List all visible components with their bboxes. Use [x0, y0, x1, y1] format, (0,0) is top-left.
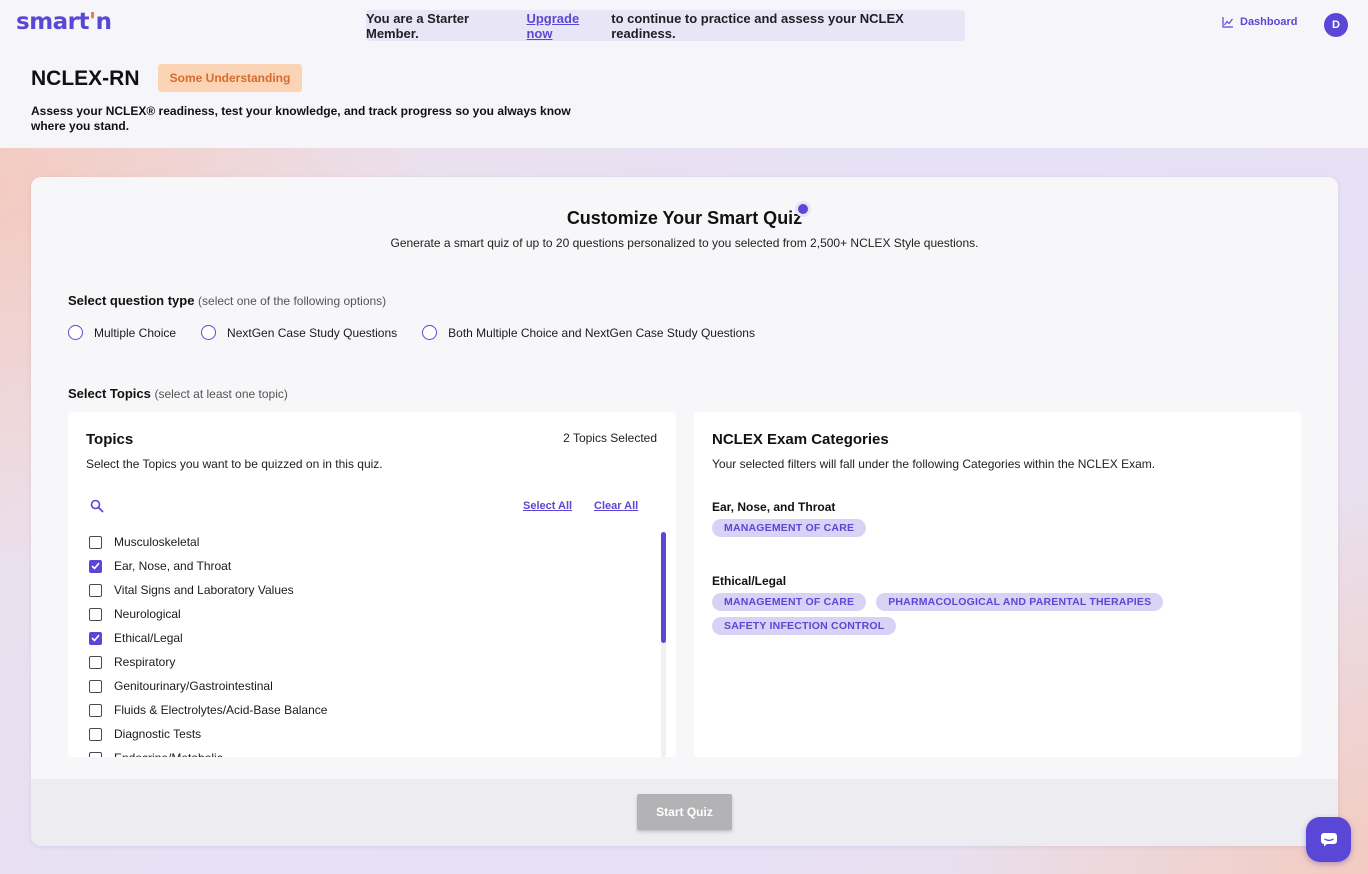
topic-item[interactable]: Ethical/Legal [89, 626, 649, 650]
checkbox[interactable] [89, 607, 102, 621]
quiz-subtitle: Generate a smart quiz of up to 20 questi… [390, 236, 979, 250]
category-tag: MANAGEMENT OF CARE [712, 519, 867, 537]
dashboard-link[interactable]: Dashboard [1222, 16, 1297, 28]
topic-label: Genitourinary/Gastrointestinal [114, 679, 273, 693]
category-group-name: Ear, Nose, and Throat [712, 500, 836, 514]
topic-item[interactable]: Ear, Nose, and Throat [89, 554, 649, 578]
loading-dot-icon [795, 201, 811, 217]
clear-all-link[interactable]: Clear All [594, 500, 638, 512]
topic-label: Endocrine/Metabolic [114, 751, 223, 757]
topics-hint: (select at least one topic) [154, 387, 288, 401]
radio-circle[interactable] [68, 325, 83, 340]
top-bar: smart'n You are a Starter Member. Upgrad… [0, 0, 1368, 50]
topic-label: Fluids & Electrolytes/Acid-Base Balance [114, 703, 328, 717]
question-type-hint: (select one of the following options) [198, 294, 387, 308]
quiz-card: Customize Your Smart Quiz Generate a sma… [31, 177, 1338, 846]
category-tags: MANAGEMENT OF CARE PHARMACOLOGICAL AND PA… [712, 593, 1182, 635]
categories-panel: NCLEX Exam Categories Your selected filt… [694, 412, 1301, 757]
topic-label: Vital Signs and Laboratory Values [114, 583, 294, 597]
question-type-options: Multiple Choice NextGen Case Study Quest… [68, 325, 755, 340]
radio-circle[interactable] [201, 325, 217, 340]
radio-circle[interactable] [422, 325, 438, 340]
check-icon [91, 634, 100, 642]
chart-icon [1222, 16, 1233, 28]
topic-item[interactable]: Endocrine/Metabolic [89, 746, 649, 757]
category-group: Ear, Nose, and Throat MANAGEMENT OF CARE [712, 500, 1182, 537]
check-icon [91, 562, 100, 570]
category-group-name: Ethical/Legal [712, 574, 787, 588]
category-tag: SAFETY INFECTION CONTROL [712, 617, 897, 635]
topics-selected-count: 2 Topics Selected [563, 431, 657, 445]
topic-item[interactable]: Fluids & Electrolytes/Acid-Base Balance [89, 698, 649, 722]
topic-item[interactable]: Genitourinary/Gastrointestinal [89, 674, 649, 698]
topic-label: Ethical/Legal [114, 631, 183, 645]
page-title: NCLEX-RN [31, 67, 140, 90]
checkbox-checked[interactable] [89, 559, 102, 573]
category-tags: MANAGEMENT OF CARE [712, 519, 1182, 537]
quiz-footer: Start Quiz [31, 779, 1338, 846]
banner-suffix: to continue to practice and assess your … [611, 10, 904, 41]
topic-label: Musculoskeletal [114, 535, 200, 549]
quiz-title: Customize Your Smart Quiz [566, 208, 803, 228]
topics-panel: Topics 2 Topics Selected Select the Topi… [68, 412, 676, 757]
upgrade-banner: You are a Starter Member. Upgrade now to… [366, 10, 965, 41]
category-tag: MANAGEMENT OF CARE [712, 593, 867, 611]
checkbox[interactable] [89, 583, 102, 597]
topics-panel-description: Select the Topics you want to be quizzed… [86, 457, 383, 471]
dashboard-label: Dashboard [1240, 16, 1298, 28]
categories-panel-description: Your selected filters will fall under th… [712, 457, 1156, 471]
checkbox[interactable] [89, 751, 102, 757]
topic-label: Ear, Nose, and Throat [114, 559, 232, 573]
checkbox[interactable] [89, 727, 102, 741]
scrollbar-thumb[interactable] [661, 532, 666, 643]
topic-label: Neurological [114, 607, 181, 621]
radio-label: Multiple Choice [94, 325, 177, 340]
search-icon[interactable] [90, 499, 104, 513]
logo-text: smart [16, 9, 90, 35]
select-all-link[interactable]: Select All [523, 500, 572, 512]
topic-item[interactable]: Neurological [89, 602, 649, 626]
checkbox-checked[interactable] [89, 631, 102, 645]
categories-panel-title: NCLEX Exam Categories [712, 431, 889, 448]
topic-item[interactable]: Respiratory [89, 650, 649, 674]
topic-label: Diagnostic Tests [114, 727, 202, 741]
radio-both[interactable]: Both Multiple Choice and NextGen Case St… [422, 325, 755, 340]
topic-label: Respiratory [114, 655, 176, 669]
topic-item[interactable]: Musculoskeletal [89, 530, 649, 554]
checkbox[interactable] [89, 703, 102, 717]
radio-label: NextGen Case Study Questions [227, 325, 398, 340]
checkbox[interactable] [89, 655, 102, 669]
banner-prefix: You are a Starter Member. [366, 10, 470, 41]
chat-icon [1320, 833, 1337, 847]
start-quiz-button[interactable]: Start Quiz [637, 794, 732, 830]
topic-item[interactable]: Diagnostic Tests [89, 722, 649, 746]
chat-button[interactable] [1306, 817, 1351, 862]
page-description: Assess your NCLEX® readiness, test your … [31, 104, 571, 133]
avatar[interactable]: D [1324, 13, 1348, 37]
radio-multiple-choice[interactable]: Multiple Choice [68, 325, 176, 340]
checkbox[interactable] [89, 535, 102, 549]
category-tag: PHARMACOLOGICAL AND PARENTAL THERAPIES [876, 593, 1164, 611]
topics-heading: Select Topics (select at least one topic… [68, 386, 288, 401]
radio-nextgen-case-study[interactable]: NextGen Case Study Questions [201, 325, 397, 340]
category-group: Ethical/Legal MANAGEMENT OF CARE PHARMACOL… [712, 574, 1182, 635]
checkbox[interactable] [89, 679, 102, 693]
logo-suffix: n [95, 9, 112, 35]
smartn-logo[interactable]: smart'n [16, 9, 112, 35]
understanding-badge: Some Understanding [158, 64, 302, 92]
page-header: NCLEX-RN Some Understanding Assess your … [0, 50, 1368, 148]
question-type-heading: Select question type (select one of the … [68, 293, 386, 308]
question-type-label: Select question type [68, 293, 195, 308]
topics-label: Select Topics [68, 386, 151, 401]
topics-panel-title: Topics [86, 431, 134, 448]
radio-label: Both Multiple Choice and NextGen Case St… [448, 325, 755, 340]
upgrade-now-link[interactable]: Upgrade now [526, 11, 607, 41]
topic-item[interactable]: Vital Signs and Laboratory Values [89, 578, 649, 602]
topic-list: Musculoskeletal Ear, Nose, and Throat Vita… [89, 530, 649, 757]
